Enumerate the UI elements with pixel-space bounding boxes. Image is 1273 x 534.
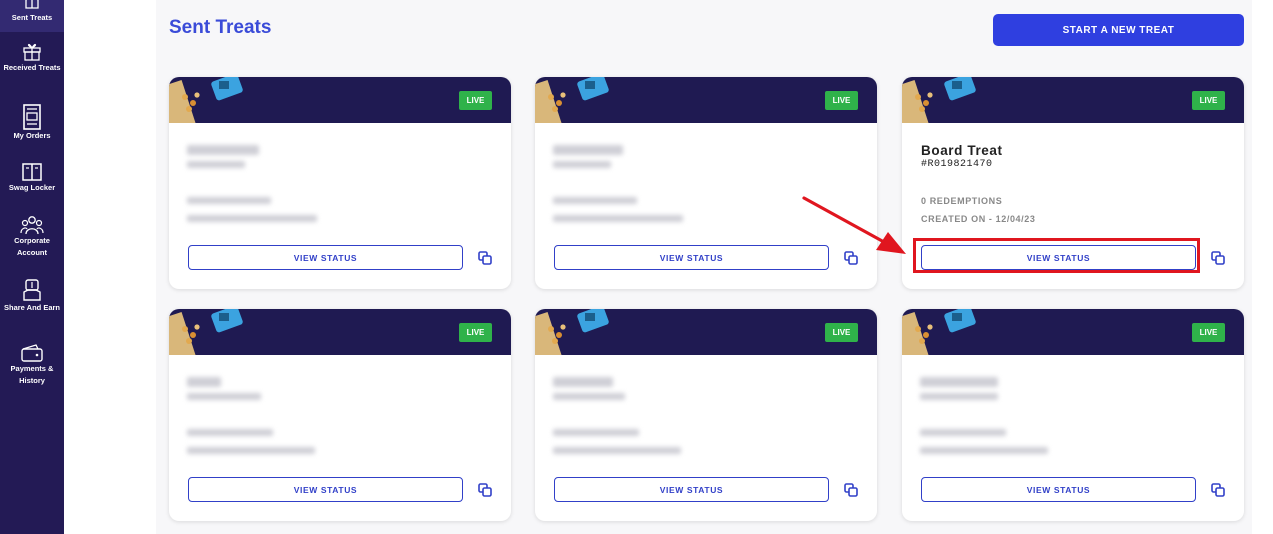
sidebar-item-label: Payments & History (10, 364, 54, 385)
view-status-button[interactable]: VIEW STATUS (188, 477, 463, 502)
snack-illustration (902, 77, 976, 123)
blurred-id (187, 393, 261, 400)
card-banner: LIVE (902, 309, 1244, 355)
gift-icon (23, 43, 41, 61)
sidebar-item-label: My Orders (13, 131, 51, 140)
sidebar-item-share-and-earn[interactable]: Share And Earn (0, 278, 64, 328)
locker-icon (22, 163, 42, 181)
snack-illustration (902, 309, 976, 355)
snack-illustration (535, 77, 609, 123)
blurred-name (553, 145, 623, 155)
live-badge: LIVE (459, 323, 492, 342)
sidebar-item-received-treats[interactable]: Received Treats (0, 40, 64, 88)
treat-card: LIVE VIEW STATUS (902, 309, 1244, 521)
treat-card: LIVE VIEW STATUS (169, 77, 511, 289)
card-banner: LIVE (902, 77, 1244, 123)
created-date: CREATED ON - 12/04/23 (921, 214, 1036, 224)
blurred-name (920, 377, 998, 387)
live-badge: LIVE (825, 91, 858, 110)
treat-card: LIVE VIEW STATUS (535, 309, 877, 521)
start-new-treat-button[interactable]: START A NEW TREAT (993, 14, 1244, 46)
card-banner: LIVE (169, 309, 511, 355)
live-badge: LIVE (459, 91, 492, 110)
hand-coin-icon (23, 279, 41, 301)
live-badge: LIVE (825, 323, 858, 342)
card-banner: LIVE (535, 309, 877, 355)
blurred-redemptions (920, 429, 1006, 436)
sidebar-item-payments-history[interactable]: Payments & History (0, 343, 64, 393)
live-badge: LIVE (1192, 91, 1225, 110)
copy-icon[interactable] (844, 483, 858, 497)
treat-card: LIVE VIEW STATUS (169, 309, 511, 521)
treat-id: #R019821470 (921, 159, 993, 170)
sidebar-item-label: Swag Locker (8, 183, 56, 192)
blurred-redemptions (553, 429, 639, 436)
sidebar-item-label: Received Treats (3, 63, 61, 72)
sidebar-item-label: Corporate Account (14, 236, 50, 257)
view-status-button[interactable]: VIEW STATUS (188, 245, 463, 270)
copy-icon[interactable] (478, 483, 492, 497)
view-status-button[interactable]: VIEW STATUS (554, 245, 829, 270)
snack-illustration (535, 309, 609, 355)
live-badge: LIVE (1192, 323, 1225, 342)
sidebar-item-corporate-account[interactable]: Corporate Account (0, 215, 64, 265)
team-icon (20, 216, 44, 235)
gift-box-icon (25, 0, 39, 9)
blurred-redemptions (187, 429, 273, 436)
blurred-id (187, 161, 245, 168)
blurred-name (187, 145, 259, 155)
view-status-button[interactable]: VIEW STATUS (921, 477, 1196, 502)
sidebar-item-label: Sent Treats (11, 13, 53, 22)
blurred-redemptions (553, 197, 637, 204)
sidebar-item-sent-treats[interactable]: Sent Treats (0, 0, 64, 32)
sidebar-item-my-orders[interactable]: My Orders (0, 104, 64, 144)
page-title: Sent Treats (169, 17, 272, 38)
sidebar-item-swag-locker[interactable]: Swag Locker (0, 162, 64, 198)
blurred-created (920, 447, 1048, 454)
blurred-created (187, 215, 317, 222)
card-banner: LIVE (535, 77, 877, 123)
treat-name: Board Treat (921, 143, 1003, 158)
blurred-name (187, 377, 221, 387)
blurred-created (187, 447, 315, 454)
copy-icon[interactable] (1211, 251, 1225, 265)
blurred-id (920, 393, 998, 400)
card-banner: LIVE (169, 77, 511, 123)
highlight-box (913, 238, 1200, 273)
annotation-arrow (802, 196, 906, 254)
snack-illustration (169, 77, 243, 123)
blurred-created (553, 215, 683, 222)
snack-illustration (169, 309, 243, 355)
view-status-button[interactable]: VIEW STATUS (554, 477, 829, 502)
sidebar: Sent Treats Received Treats My Orders Sw… (0, 0, 64, 534)
blurred-redemptions (187, 197, 271, 204)
receipt-icon (23, 104, 41, 130)
copy-icon[interactable] (478, 251, 492, 265)
sidebar-item-label: Share And Earn (4, 303, 60, 312)
blurred-name (553, 377, 613, 387)
blurred-id (553, 161, 611, 168)
blurred-id (553, 393, 625, 400)
redemptions-count: 0 REDEMPTIONS (921, 196, 1003, 206)
blurred-created (553, 447, 681, 454)
copy-icon[interactable] (1211, 483, 1225, 497)
wallet-icon (21, 344, 43, 362)
